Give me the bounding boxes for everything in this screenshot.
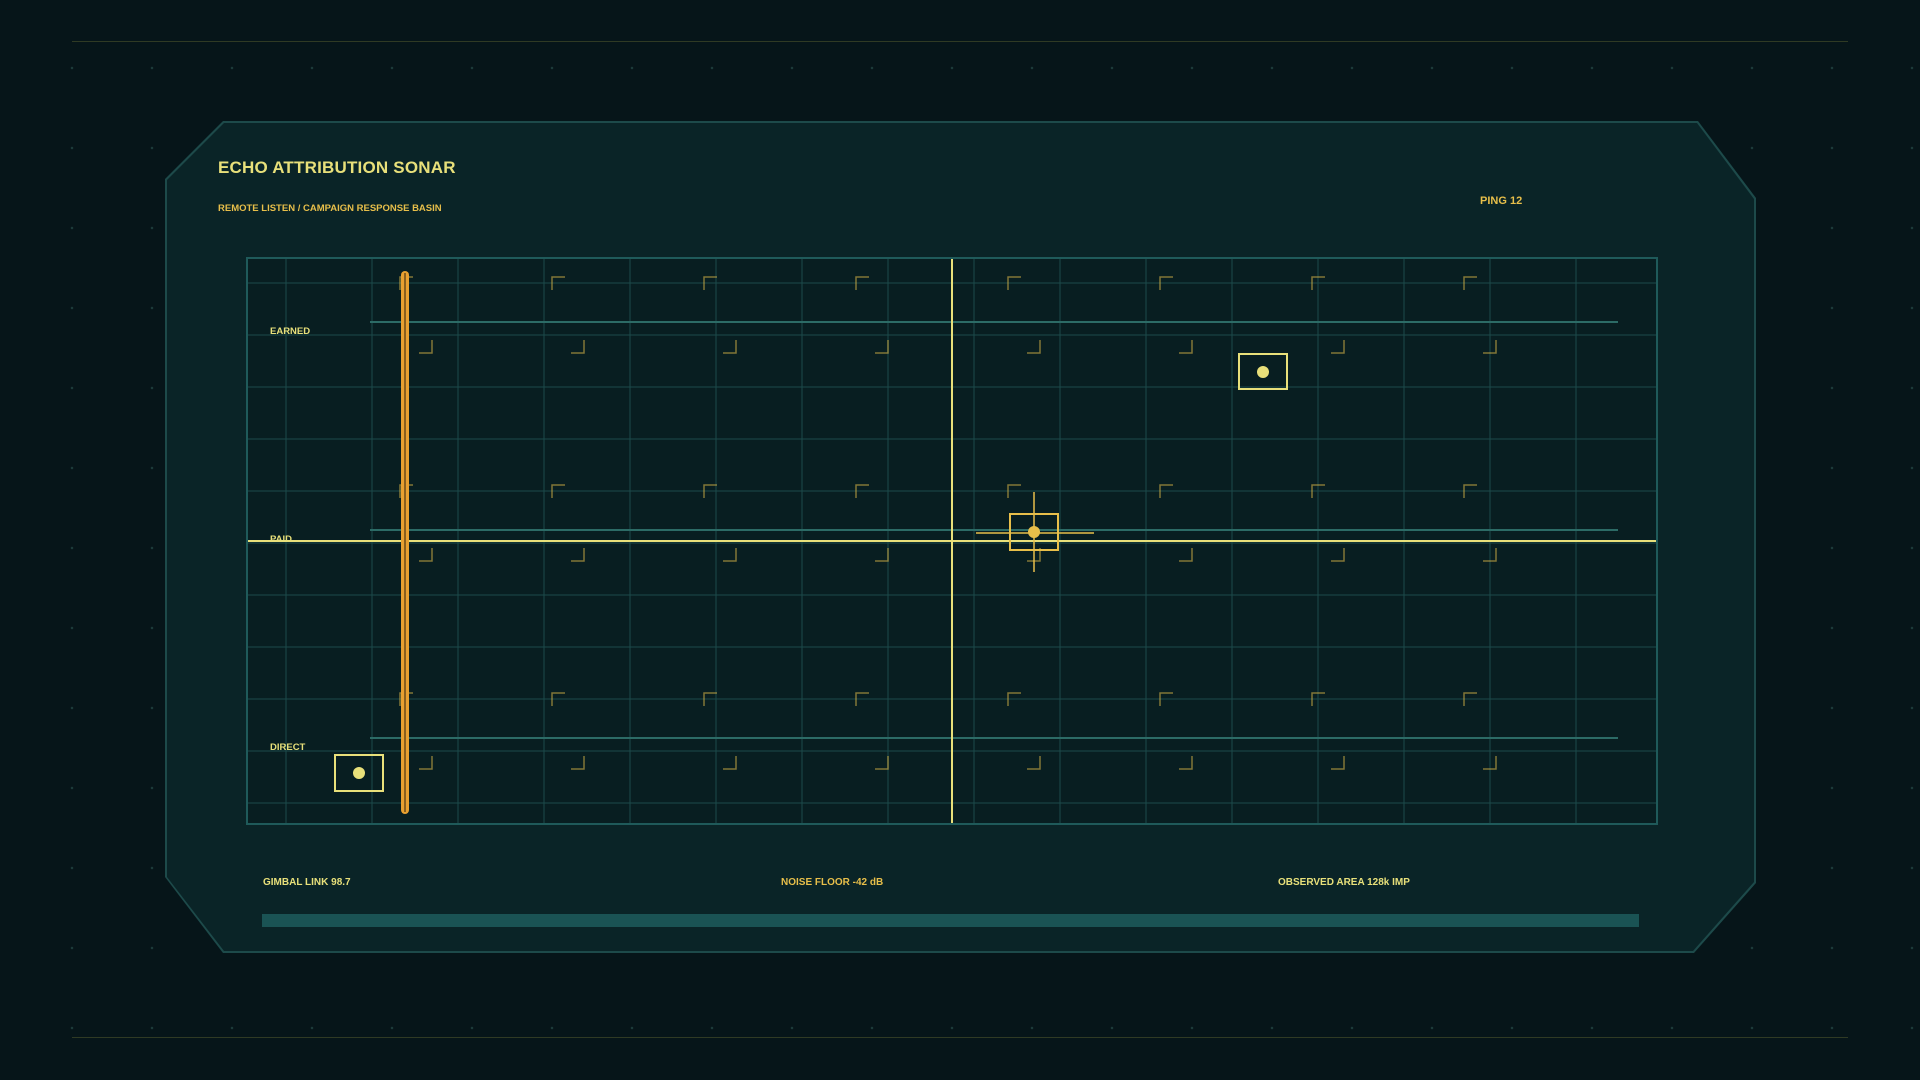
sonar-screen: ECHO ATTRIBUTION SONAR REMOTE LISTEN / C… [0, 0, 1920, 1080]
channel-label-earned: EARNED [270, 326, 310, 337]
top-rule [72, 41, 1848, 42]
page-title: ECHO ATTRIBUTION SONAR [218, 158, 456, 177]
observed-area-readout: OBSERVED AREA 128k IMP [1278, 877, 1410, 888]
ping-readout: PING 12 [1480, 195, 1523, 207]
channel-label-paid: PAID [270, 534, 292, 545]
status-bar [262, 914, 1639, 927]
page-subtitle: REMOTE LISTEN / CAMPAIGN RESPONSE BASIN [218, 203, 442, 214]
target-dot [353, 767, 365, 779]
target-dot [1028, 526, 1040, 538]
channel-label-direct: DIRECT [270, 742, 306, 753]
gimbal-link-readout: GIMBAL LINK 98.7 [263, 877, 351, 888]
target-dot [1257, 366, 1269, 378]
noise-floor-readout: NOISE FLOOR -42 dB [781, 877, 884, 888]
sweep-bar-core [404, 273, 406, 812]
bottom-rule [72, 1037, 1848, 1038]
scan-sweep[interactable] [401, 271, 409, 814]
sonar-plot[interactable]: EARNED PAID DIRECT [246, 257, 1658, 825]
